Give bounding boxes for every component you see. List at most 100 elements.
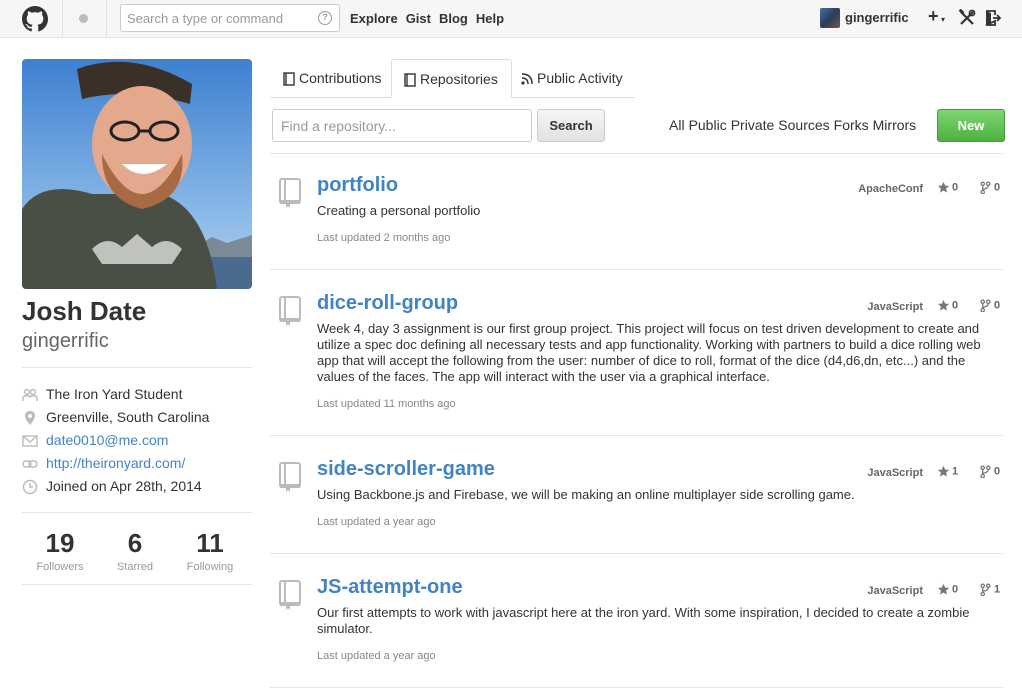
divider xyxy=(22,367,252,368)
tab-label: Public Activity xyxy=(537,70,623,86)
clock-icon xyxy=(22,479,38,495)
star-icon xyxy=(937,465,950,477)
repo-forks[interactable]: 0 xyxy=(979,181,1000,194)
repo-name-link[interactable]: side-scroller-game xyxy=(317,458,495,481)
divider xyxy=(22,584,252,585)
repo-updated: Last updated a year ago xyxy=(317,516,436,528)
organization-icon xyxy=(22,388,38,401)
divider xyxy=(270,553,1003,554)
repo-language: JavaScript xyxy=(867,301,923,313)
tab-repositories[interactable]: Repositories xyxy=(391,59,512,98)
repo-book-icon xyxy=(279,580,301,610)
repo-filter-input[interactable] xyxy=(281,117,521,135)
top-nav: Explore Gist Blog Help xyxy=(350,11,512,26)
repo-search-button[interactable]: Search xyxy=(537,109,605,142)
fork-icon xyxy=(980,181,991,194)
repo-name-link[interactable]: dice-roll-group xyxy=(317,292,458,315)
notification-indicator-icon[interactable] xyxy=(79,14,88,23)
stat-following[interactable]: 11 Following xyxy=(172,528,248,573)
filter-public[interactable]: Public xyxy=(689,117,727,133)
joined-text: Joined on Apr 28th, 2014 xyxy=(46,478,202,494)
filter-sources[interactable]: Sources xyxy=(778,117,829,133)
repo-stargazers[interactable]: 1 xyxy=(937,465,958,478)
repo-updated: Last updated 11 months ago xyxy=(317,398,456,410)
repo-type-filters: All Public Private Sources Forks Mirrors xyxy=(669,117,920,133)
repo-language: JavaScript xyxy=(867,585,923,597)
organization-text: The Iron Yard Student xyxy=(46,386,183,402)
profile-email: date0010@me.com xyxy=(22,432,252,452)
star-icon xyxy=(937,181,950,193)
stat-number: 6 xyxy=(127,528,143,558)
sign-out-icon[interactable] xyxy=(984,9,1002,27)
user-avatar[interactable] xyxy=(820,8,840,28)
star-count: 0 xyxy=(952,181,959,194)
github-logo-icon[interactable] xyxy=(22,6,48,32)
repo-language: JavaScript xyxy=(867,467,923,479)
repo-forks[interactable]: 1 xyxy=(979,583,1000,596)
fork-icon xyxy=(980,583,991,596)
stat-starred[interactable]: 6 Starred xyxy=(97,528,173,573)
profile-username: gingerrific xyxy=(22,330,109,352)
settings-tools-icon[interactable] xyxy=(958,9,976,27)
stat-label: Following xyxy=(186,561,234,573)
nav-explore[interactable]: Explore xyxy=(350,11,398,26)
profile-full-name: Josh Date xyxy=(22,296,147,326)
search-help-icon[interactable]: ? xyxy=(318,11,332,25)
nav-gist[interactable]: Gist xyxy=(406,11,431,26)
mail-icon xyxy=(22,435,38,447)
stat-followers[interactable]: 19 Followers xyxy=(22,528,98,573)
repo-name-link[interactable]: portfolio xyxy=(317,174,398,197)
link-icon xyxy=(22,460,38,468)
tab-label: Contributions xyxy=(299,70,382,86)
command-search-input[interactable] xyxy=(127,9,307,27)
star-icon xyxy=(937,299,950,311)
tab-contributions[interactable]: Contributions xyxy=(282,59,382,98)
repo-description: Week 4, day 3 assignment is our first gr… xyxy=(317,321,981,384)
rss-icon xyxy=(521,73,533,85)
stat-number: 11 xyxy=(196,528,224,558)
header-username[interactable]: gingerrific xyxy=(845,10,909,25)
command-search-box[interactable]: ? xyxy=(120,4,340,32)
email-link[interactable]: date0010@me.com xyxy=(46,432,168,448)
fork-count: 0 xyxy=(994,465,1001,478)
divider xyxy=(270,687,1003,688)
repo-forks[interactable]: 0 xyxy=(979,465,1000,478)
divider xyxy=(22,512,252,513)
tab-public-activity[interactable]: Public Activity xyxy=(520,59,623,98)
header-divider xyxy=(62,0,63,38)
repo-updated: Last updated 2 months ago xyxy=(317,232,451,244)
fork-count: 0 xyxy=(994,299,1001,312)
filter-mirrors[interactable]: Mirrors xyxy=(873,117,917,133)
filter-all[interactable]: All xyxy=(669,117,685,133)
profile-joined: Joined on Apr 28th, 2014 xyxy=(22,478,252,498)
tab-label: Repositories xyxy=(420,71,498,87)
nav-blog[interactable]: Blog xyxy=(439,11,468,26)
create-new-button[interactable]: + xyxy=(928,6,939,27)
repo-filter-box[interactable] xyxy=(272,109,532,142)
profile-photo-image xyxy=(22,59,252,289)
new-repo-button[interactable]: New xyxy=(937,109,1005,142)
filter-forks[interactable]: Forks xyxy=(834,117,869,133)
repo-updated: Last updated a year ago xyxy=(317,650,436,662)
top-header: ? Explore Gist Blog Help gingerrific + ▾ xyxy=(0,0,1022,38)
stat-label: Starred xyxy=(116,561,154,573)
repo-description: Creating a personal portfolio xyxy=(317,203,481,218)
repo-book-icon xyxy=(279,178,301,208)
header-divider xyxy=(106,0,107,38)
fork-count: 1 xyxy=(994,583,1001,596)
repo-stargazers[interactable]: 0 xyxy=(937,299,958,312)
filter-private[interactable]: Private xyxy=(731,117,775,133)
repo-forks[interactable]: 0 xyxy=(979,299,1000,312)
profile-organization: The Iron Yard Student xyxy=(22,386,252,406)
nav-help[interactable]: Help xyxy=(476,11,504,26)
repo-name-link[interactable]: JS-attempt-one xyxy=(317,576,463,599)
profile-location: Greenville, South Carolina xyxy=(22,409,252,429)
divider xyxy=(270,269,1003,270)
repo-book-icon xyxy=(279,462,301,492)
location-text: Greenville, South Carolina xyxy=(46,409,210,425)
repo-stargazers[interactable]: 0 xyxy=(937,181,958,194)
repo-stargazers[interactable]: 0 xyxy=(937,583,958,596)
website-link[interactable]: http://theironyard.com/ xyxy=(46,455,185,471)
star-count: 1 xyxy=(952,465,959,478)
repo-book-icon xyxy=(279,296,301,326)
